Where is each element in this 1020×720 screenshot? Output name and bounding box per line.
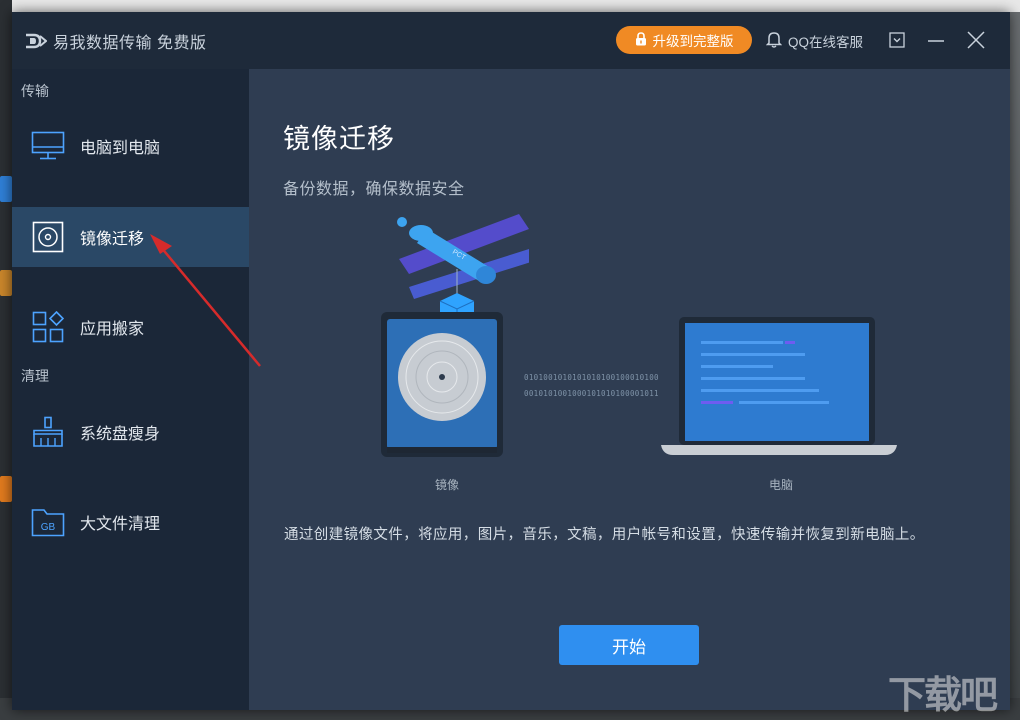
close-button[interactable] (966, 30, 986, 50)
bell-icon (765, 31, 783, 51)
sidebar-item-app-migration[interactable]: 应用搬家 (12, 297, 249, 357)
image-backup-illustration: PCT (381, 214, 529, 457)
binary-text-line: 0010101001000101010100001011 (524, 389, 659, 398)
qq-support-link[interactable]: QQ在线客服 (765, 31, 864, 51)
svg-text:GB: GB (41, 522, 56, 533)
app-window: 易我数据传输 免费版 升级到完整版 QQ在线客服 传输 电脑到电脑 镜像迁移 应… (12, 12, 1010, 710)
monitor-icon (30, 128, 66, 164)
section-label-transfer: 传输 (21, 83, 49, 99)
sidebar-item-system-slim[interactable]: 系统盘瘦身 (12, 402, 249, 462)
sidebar-item-label: 镜像迁移 (80, 231, 145, 248)
lock-icon (635, 31, 647, 49)
minimize-button[interactable] (926, 30, 946, 50)
sidebar-item-label: 电脑到电脑 (80, 140, 161, 157)
laptop-icon (661, 317, 897, 455)
gb-folder-icon: GB (30, 504, 66, 540)
watermark-logo: 下载吧 (888, 675, 998, 717)
title-bar: 易我数据传输 免费版 升级到完整版 QQ在线客服 (12, 12, 1010, 69)
qq-support-label: QQ在线客服 (788, 35, 864, 50)
broom-icon (30, 414, 66, 450)
satellite-icon: PCT (397, 214, 529, 327)
feature-description: 通过创建镜像文件，将应用，图片，音乐，文稿，用户帐号和设置，快速传输并恢复到新电… (284, 527, 925, 543)
illustration-label-computer: 电脑 (769, 478, 794, 492)
sidebar-item-image-migration[interactable]: 镜像迁移 (12, 207, 249, 267)
sidebar-item-label: 应用搬家 (80, 321, 145, 338)
app-title: 易我数据传输 免费版 (53, 34, 207, 52)
menu-dropdown-button[interactable] (887, 30, 907, 50)
desktop-icon[interactable] (0, 176, 12, 202)
sidebar: 传输 电脑到电脑 镜像迁移 应用搬家 清理 系统盘瘦身 GB 大文件清理 (12, 69, 249, 710)
page-subtitle: 备份数据，确保数据安全 (283, 181, 465, 198)
sidebar-item-large-file-clean[interactable]: GB 大文件清理 (12, 492, 249, 552)
sidebar-item-label: 系统盘瘦身 (80, 426, 161, 443)
desktop-icon[interactable] (0, 270, 12, 296)
dropdown-icon (889, 32, 905, 48)
desktop-icon[interactable] (0, 476, 12, 502)
apps-grid-icon (30, 309, 66, 345)
section-label-clean: 清理 (21, 368, 49, 384)
binary-text-line: 0101001010101010100100010100 (524, 373, 659, 382)
page-title: 镜像迁移 (283, 124, 395, 154)
sidebar-item-label: 大文件清理 (80, 516, 161, 533)
start-button[interactable]: 开始 (559, 625, 699, 665)
upgrade-button[interactable]: 升级到完整版 (616, 26, 752, 54)
main-panel: 镜像迁移 备份数据，确保数据安全 PCT 0101001010101010100… (249, 69, 1010, 710)
sidebar-item-pc-to-pc[interactable]: 电脑到电脑 (12, 116, 249, 176)
upgrade-label: 升级到完整版 (652, 34, 734, 49)
disc-tablet-icon (381, 312, 503, 457)
desktop-left-strip (0, 0, 12, 720)
close-icon (967, 31, 985, 49)
minimize-icon (928, 40, 944, 42)
desktop-top-strip (0, 0, 1020, 12)
disc-icon (30, 219, 66, 255)
illustration-label-image: 镜像 (435, 478, 460, 492)
app-logo-icon (25, 32, 47, 50)
